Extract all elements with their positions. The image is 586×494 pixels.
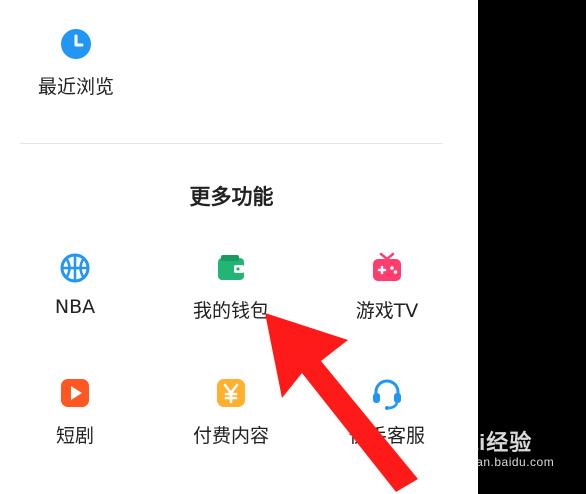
watermark-url: jingyan.baidu.com — [449, 455, 555, 469]
red-arrow-icon — [265, 313, 418, 492]
baidu-jingyan-watermark: Bai经验 jingyan.baidu.com — [449, 425, 554, 469]
watermark-brand: Bai经验 — [449, 430, 533, 455]
side-menu-panel: 最近浏览 更多功能 NBA 我的钱包 游戏TV 短剧 付费内容 快手客服 — [0, 0, 478, 494]
